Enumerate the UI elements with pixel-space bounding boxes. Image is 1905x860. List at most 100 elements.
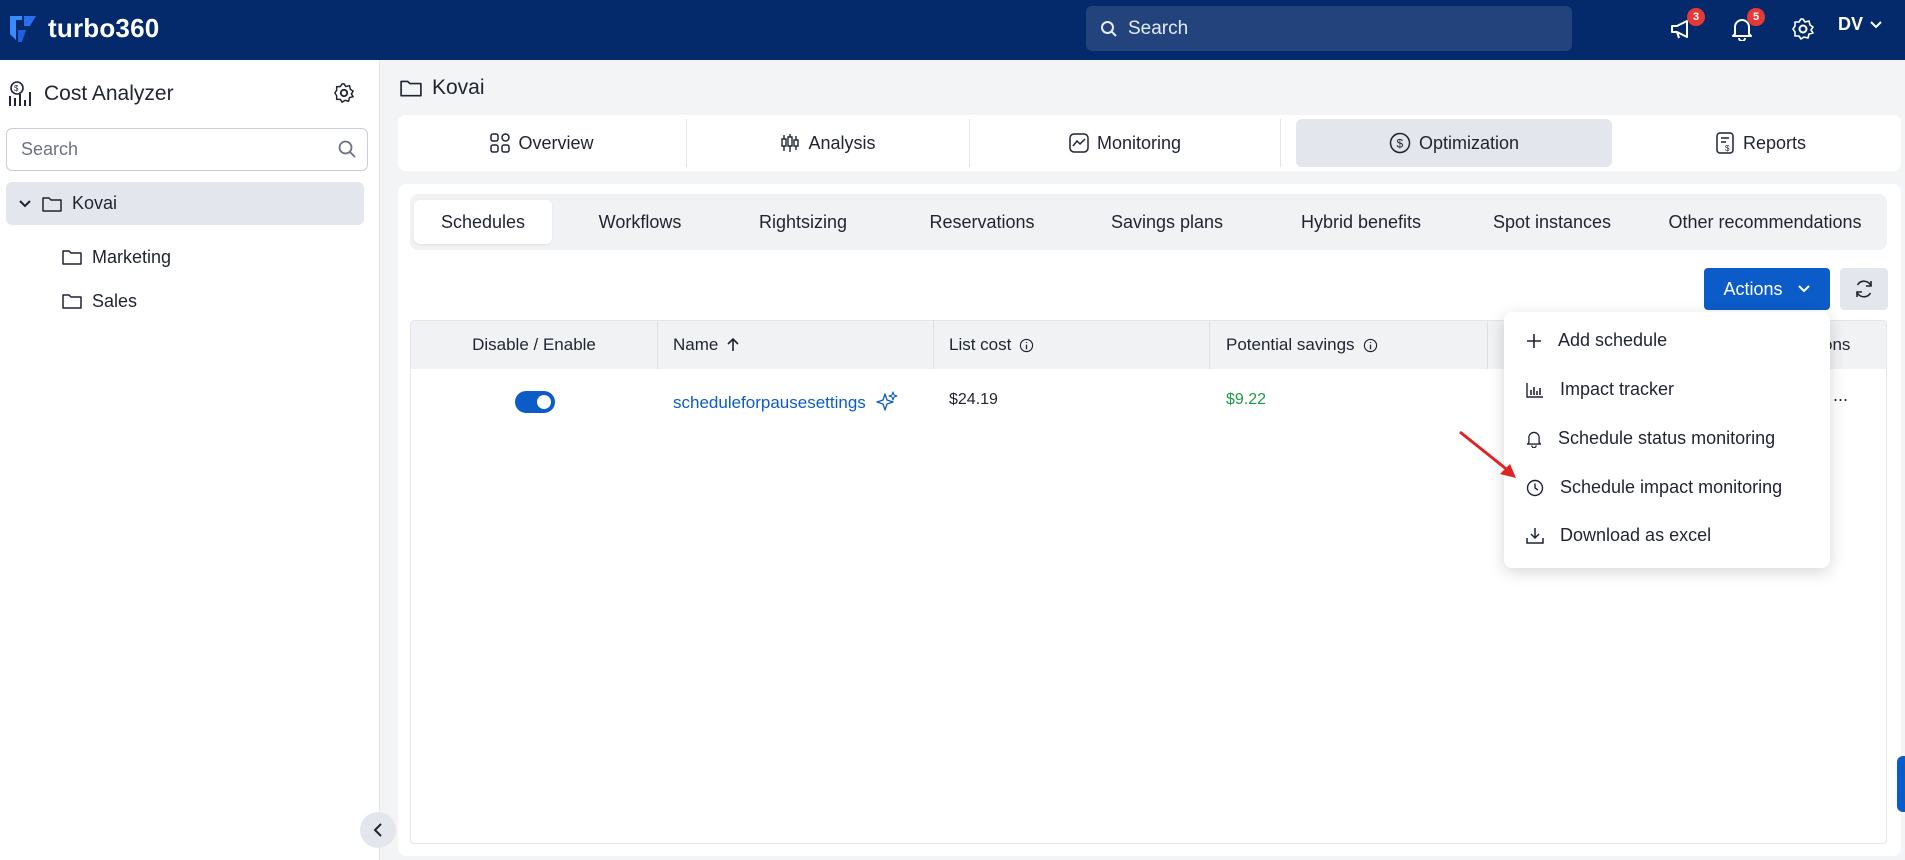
column-label: Disable / Enable [472, 335, 596, 354]
row-more-actions[interactable]: ... [1833, 385, 1848, 406]
subtab-label: Hybrid benefits [1300, 211, 1422, 232]
actions-label: Actions [1723, 278, 1783, 299]
column-label: Name [673, 335, 719, 354]
subtab-other-recommendations[interactable]: Other recommendations [1650, 200, 1880, 244]
sidebar: $ Cost Analyzer Search Kovai Marketing S… [0, 60, 380, 860]
sidebar-search-placeholder: Search [21, 139, 79, 159]
sidebar-header: $ Cost Analyzer [8, 80, 174, 108]
subtab-savings-plans[interactable]: Savings plans [1076, 200, 1258, 244]
chevron-down-icon[interactable] [18, 199, 32, 209]
plus-icon [1527, 333, 1541, 348]
tab-overview[interactable]: Overview [398, 119, 686, 167]
menu-item-impact-tracker[interactable]: Impact tracker [1526, 379, 1674, 400]
global-search-placeholder: Search [1128, 17, 1189, 39]
sidebar-title: Cost Analyzer [44, 82, 174, 105]
enable-toggle[interactable] [515, 391, 555, 413]
info-icon[interactable] [1363, 338, 1378, 353]
clock-icon [1526, 479, 1544, 496]
dollar-circle-icon: $ [1389, 132, 1411, 154]
notifications-badge: 5 [1747, 8, 1765, 26]
subtab-label: Schedules [440, 211, 526, 232]
subtab-hybrid-benefits[interactable]: Hybrid benefits [1266, 200, 1456, 244]
column-divider [657, 321, 658, 369]
cost-analyzer-icon: $ [9, 81, 31, 106]
tree-item-marketing[interactable]: Marketing [62, 237, 171, 277]
table-row: scheduleforpausesettings [673, 391, 898, 413]
menu-item-label: Schedule impact monitoring [1560, 477, 1783, 497]
column-header-potential-savings[interactable]: Potential savings [1226, 321, 1378, 369]
sort-ascending-icon[interactable] [726, 337, 740, 353]
subtab-workflows[interactable]: Workflows [570, 200, 710, 244]
menu-item-label: Impact tracker [1560, 379, 1675, 399]
announcements-button[interactable]: 3 [1665, 8, 1705, 46]
tab-optimization[interactable]: $ Optimization [1296, 119, 1612, 167]
tab-label: Monitoring [1096, 132, 1182, 153]
logo[interactable]: turbo360 [8, 12, 159, 44]
menu-item-add-schedule[interactable]: Add schedule [1526, 330, 1667, 351]
schedule-name-link[interactable]: scheduleforpausesettings [673, 393, 866, 413]
subtab-label: Rightsizing [758, 211, 848, 232]
sub-tabs: Schedules Workflows Rightsizing Reservat… [410, 194, 1887, 250]
refresh-icon [1856, 280, 1872, 298]
column-header-name[interactable]: Name [673, 321, 740, 369]
menu-item-label: Download as excel [1560, 525, 1712, 545]
tab-reports[interactable]: $ Reports [1620, 119, 1901, 167]
menu-item-label: Add schedule [1558, 330, 1668, 350]
column-divider [1487, 321, 1488, 369]
menu-item-schedule-impact-monitoring[interactable]: Schedule impact monitoring [1526, 477, 1782, 498]
tab-label: Optimization [1418, 132, 1520, 153]
main-tabs: Overview Analysis Monitoring $ Optimizat… [398, 115, 1901, 171]
list-cost-value: $24.19 [949, 391, 998, 408]
info-icon[interactable] [1019, 338, 1034, 353]
subtab-rightsizing[interactable]: Rightsizing [724, 200, 882, 244]
tab-label: Analysis [808, 132, 876, 153]
user-initials: DV [1838, 14, 1864, 34]
notifications-button[interactable]: 5 [1725, 8, 1765, 46]
tab-monitoring[interactable]: Monitoring [970, 119, 1280, 167]
column-label: List cost [949, 335, 1012, 354]
logo-text: turbo360 [48, 12, 160, 43]
tab-label: Overview [518, 132, 594, 153]
sparkle-icon[interactable] [876, 391, 898, 413]
tree-item-kovai[interactable]: Kovai [6, 182, 364, 225]
tree-item-label: Marketing [92, 246, 172, 267]
tree-item-label: Kovai [72, 193, 118, 213]
user-menu[interactable]: DV [1838, 14, 1883, 35]
subtab-spot-instances[interactable]: Spot instances [1464, 200, 1640, 244]
gear-icon [334, 83, 354, 103]
subtab-reservations[interactable]: Reservations [896, 200, 1068, 244]
annotation-arrow-icon [1459, 430, 1516, 478]
feedback-side-tab[interactable] [1897, 756, 1905, 812]
sidebar-search-input[interactable]: Search [6, 128, 368, 171]
tree-item-sales[interactable]: Sales [62, 281, 137, 321]
svg-text:$: $ [14, 84, 19, 93]
actions-button[interactable]: Actions [1704, 268, 1830, 310]
column-divider [933, 321, 934, 369]
menu-item-download-as-excel[interactable]: Download as excel [1526, 525, 1711, 546]
candlestick-icon [781, 134, 800, 152]
column-header-list-cost[interactable]: List cost [949, 321, 1034, 369]
folder-icon [62, 250, 82, 265]
gear-icon [1792, 18, 1814, 40]
tab-analysis[interactable]: Analysis [687, 119, 969, 167]
report-icon: $ [1716, 132, 1734, 154]
folder-icon [400, 80, 422, 97]
collapse-sidebar-button[interactable] [360, 812, 396, 848]
folder-icon [62, 294, 82, 309]
subtab-schedules[interactable]: Schedules [414, 200, 552, 244]
grid-icon [490, 133, 511, 153]
refresh-button[interactable] [1840, 268, 1888, 310]
chevron-left-icon [373, 823, 382, 837]
sidebar-settings-button[interactable] [333, 82, 355, 109]
settings-button[interactable] [1786, 12, 1820, 46]
tab-label: Reports [1742, 132, 1807, 153]
menu-item-label: Schedule status monitoring [1558, 428, 1776, 448]
menu-item-schedule-status-monitoring[interactable]: Schedule status monitoring [1526, 428, 1775, 449]
global-search-input[interactable]: Search [1086, 6, 1572, 51]
page-title: Kovai [432, 76, 485, 99]
search-icon [1101, 20, 1117, 37]
bell-icon [1526, 431, 1542, 448]
subtab-label: Savings plans [1110, 211, 1224, 232]
svg-text:$: $ [1396, 137, 1403, 151]
subtab-label: Reservations [929, 211, 1035, 232]
